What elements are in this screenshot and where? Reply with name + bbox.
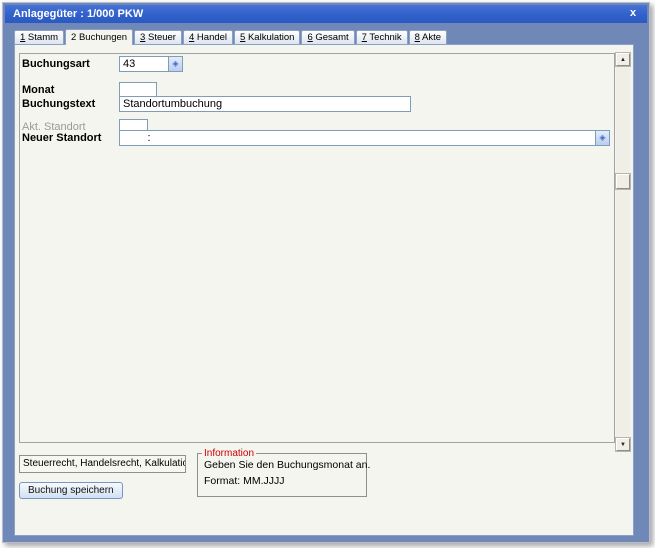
tab-kalkulation[interactable]: 5 Kalkulation [234,30,301,45]
buchungsart-combo: ◈ [119,56,183,72]
tab-strip: 1 Stamm 2 Buchungen 3 Steuer 4 Handel 5 … [14,29,448,45]
scroll-up-button[interactable]: ▲ [616,53,630,66]
info-line: Geben Sie den Buchungsmonat an. [204,459,371,471]
titlebar[interactable]: Anlagegüter : 1/000 PKW x [5,5,647,23]
scroll-down-button[interactable]: ▼ [616,438,630,451]
combo-arrow-icon: ◈ [172,59,179,68]
neuer-standort-dropdown-button[interactable]: ◈ [596,130,610,146]
buchungsart-label: Buchungsart [22,58,90,70]
arrow-up-icon: ▲ [620,56,626,63]
tab-steuer[interactable]: 3 Steuer [134,30,182,45]
vertical-scrollbar[interactable]: ▲ ▼ [616,53,630,451]
save-booking-button[interactable]: Buchung speichern [19,482,123,499]
neuer-standort-label: Neuer Standort [22,132,102,144]
tab-stamm[interactable]: 1 Stamm [14,30,65,45]
arrow-down-icon: ▼ [620,441,626,448]
monat-label: Monat [22,84,55,96]
buchungsart-input[interactable] [119,56,169,72]
buchungstext-input[interactable] [119,96,411,112]
close-button[interactable]: x [626,5,640,23]
buchungstext-label: Buchungstext [22,98,96,110]
combo-arrow-icon: ◈ [599,133,606,142]
tab-buchungen[interactable]: 2 Buchungen [65,29,134,45]
buchungsart-dropdown-button[interactable]: ◈ [169,56,183,72]
status-text-box: Steuerrecht, Handelsrecht, Kalkulation [19,455,186,473]
info-legend: Information [202,448,257,459]
tab-handel[interactable]: 4 Handel [182,30,234,45]
tab-technik[interactable]: 7 Technik [355,30,408,45]
tab-akte[interactable]: 8 Akte [408,30,448,45]
content-panel: Buchungsart ◈ Monat Buchungstext Akt. St… [14,44,634,536]
tab-gesamt[interactable]: 6 Gesamt [301,30,355,45]
window-title: Anlagegüter : 1/000 PKW [13,8,144,20]
info-line: Format: MM.JJJJ [204,475,285,487]
info-fieldset: Information Geben Sie den Buchungsmonat … [197,448,371,497]
neuer-standort-input[interactable] [119,130,596,146]
neuer-standort-combo: ◈ [119,130,610,146]
app-window: Anlagegüter : 1/000 PKW x 1 Stamm 2 Buch… [2,2,650,543]
scroll-thumb[interactable] [616,174,630,189]
